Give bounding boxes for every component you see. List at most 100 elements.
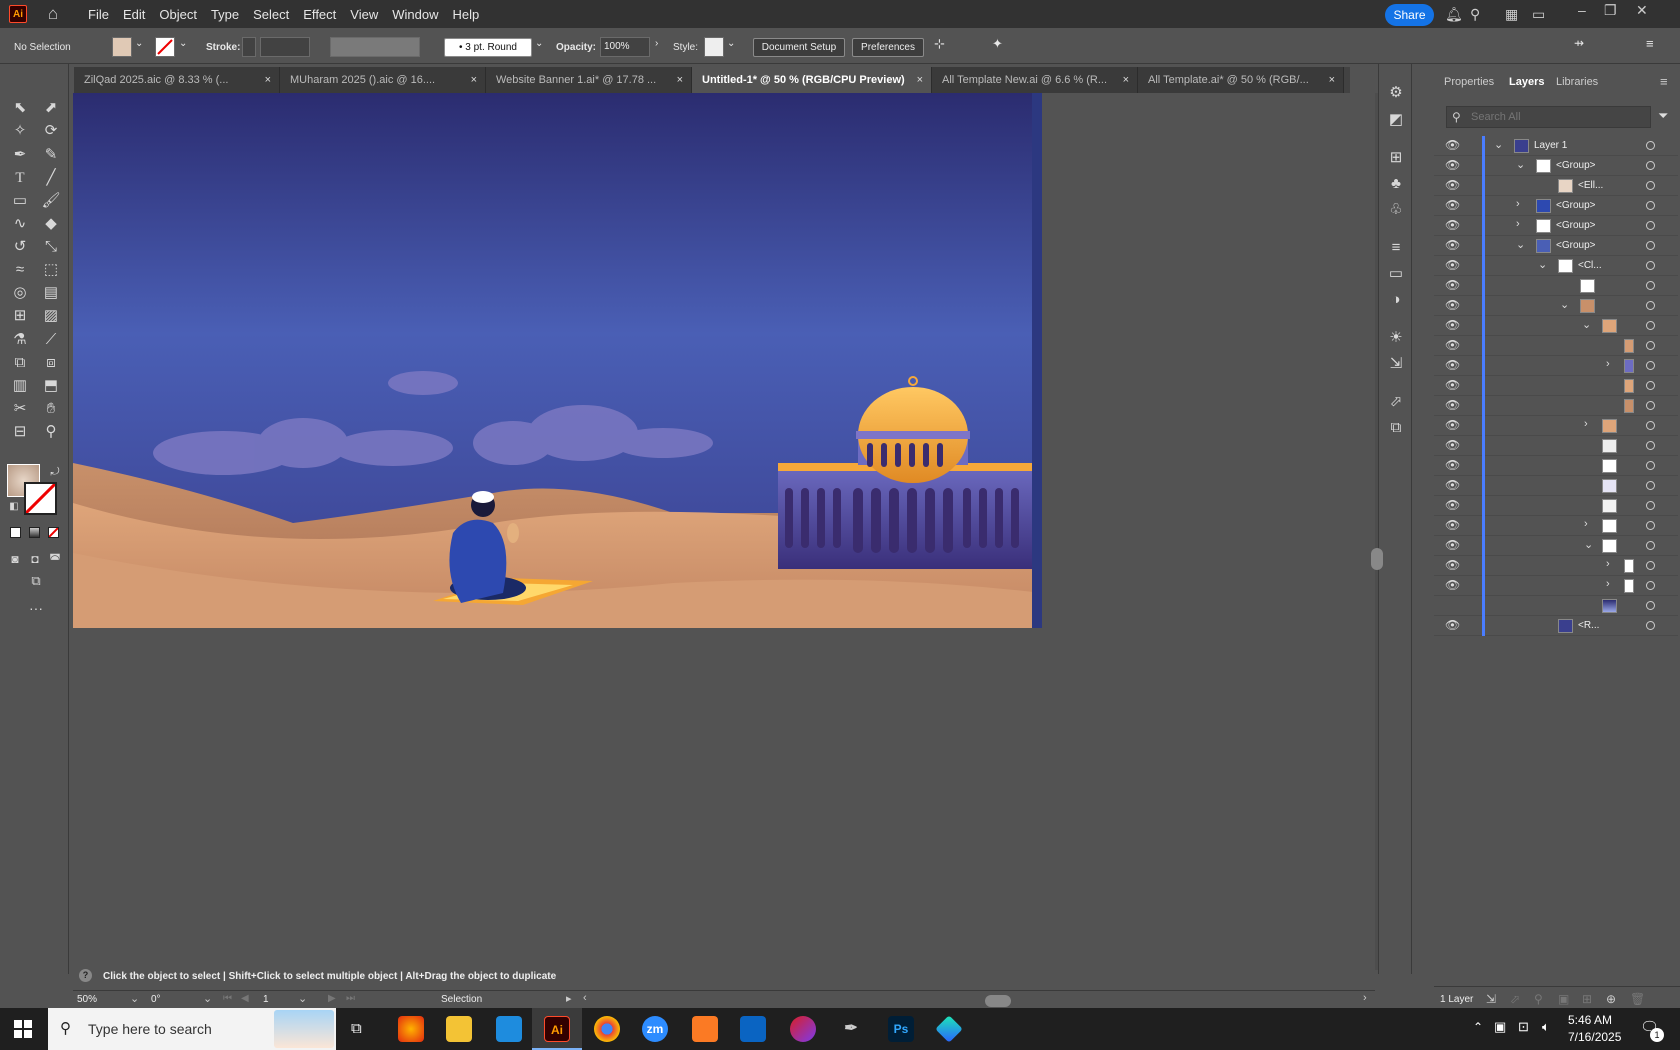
pen-tool-icon[interactable]: ✒ bbox=[9, 145, 31, 165]
default-colors-icon[interactable]: ◧ bbox=[3, 497, 25, 517]
tab-zilqad[interactable]: ZilQad 2025.aic @ 8.33 % (... × bbox=[74, 67, 280, 93]
type-tool-icon[interactable]: T bbox=[9, 168, 31, 188]
chevron-right-icon[interactable]: › bbox=[1584, 418, 1588, 430]
screen-mode-icon[interactable]: ⧉ bbox=[25, 571, 47, 591]
target-icon[interactable] bbox=[1646, 301, 1655, 310]
stroke-panel-icon[interactable]: ≡ bbox=[1385, 238, 1407, 258]
target-icon[interactable] bbox=[1646, 381, 1655, 390]
target-icon[interactable] bbox=[1646, 201, 1655, 210]
layer-row[interactable]: 👁︎ <Ell... bbox=[1434, 176, 1678, 196]
volume-icon[interactable]: 🔈︎ bbox=[1542, 1019, 1550, 1035]
paintbrush-icon[interactable]: 🖌︎ bbox=[40, 191, 62, 211]
layers-search[interactable]: ⚲ bbox=[1446, 106, 1651, 128]
eye-icon[interactable]: 👁︎ bbox=[1445, 518, 1460, 532]
draw-inside-icon[interactable]: ◚ bbox=[44, 549, 66, 569]
lasso-icon[interactable]: ⟳ bbox=[40, 121, 62, 141]
menu-file[interactable]: File bbox=[81, 7, 116, 22]
tray-chevron-icon[interactable]: ⌃ bbox=[1473, 1020, 1483, 1034]
layer-row[interactable]: 👁︎ ⌄ <Group> bbox=[1434, 236, 1678, 256]
photoshop-icon[interactable]: Ps bbox=[888, 1016, 914, 1042]
eye-icon[interactable]: 👁︎ bbox=[1445, 418, 1460, 432]
draw-normal-icon[interactable]: ◙ bbox=[4, 549, 26, 569]
layer-row[interactable]: 👁︎ bbox=[1434, 276, 1678, 296]
rectangle-tool-icon[interactable]: ▭ bbox=[9, 191, 31, 211]
color-panel-icon[interactable]: ⚙ bbox=[1385, 83, 1407, 103]
stroke-weight-input[interactable] bbox=[260, 37, 310, 57]
search-icon[interactable]: ⚲ bbox=[1470, 6, 1480, 23]
fill-dropdown-icon[interactable]: ⌄ bbox=[135, 38, 143, 49]
appearance-panel-icon[interactable]: ☀ bbox=[1385, 328, 1407, 348]
eye-icon[interactable]: 👁︎ bbox=[1445, 218, 1460, 232]
layer-name[interactable]: <Group> bbox=[1556, 240, 1595, 251]
layer-row[interactable]: 👁︎ › bbox=[1434, 576, 1678, 596]
xampp-icon[interactable] bbox=[692, 1016, 718, 1042]
symbols-panel-icon[interactable]: ♣ bbox=[1385, 174, 1407, 194]
chrome-icon[interactable] bbox=[594, 1016, 620, 1042]
layer-row[interactable]: 👁︎ ⌄ bbox=[1434, 296, 1678, 316]
layer-row[interactable]: 👁︎ <R... bbox=[1434, 616, 1678, 636]
target-icon[interactable] bbox=[1646, 561, 1655, 570]
eye-icon[interactable]: 👁︎ bbox=[1445, 538, 1460, 552]
layer-name[interactable]: <Group> bbox=[1556, 220, 1595, 231]
outlook-icon[interactable] bbox=[740, 1016, 766, 1042]
collect-export-icon[interactable]: ⇲ bbox=[1486, 992, 1496, 1006]
eye-icon[interactable]: 👁︎ bbox=[1445, 238, 1460, 252]
layer-row[interactable]: 👁︎ › <Group> bbox=[1434, 196, 1678, 216]
eye-icon[interactable]: 👁︎ bbox=[1445, 398, 1460, 412]
tab-all-template-new[interactable]: All Template New.ai @ 6.6 % (R... × bbox=[932, 67, 1138, 93]
close-tab-icon[interactable]: × bbox=[677, 67, 683, 93]
chevron-right-icon[interactable]: › bbox=[1516, 198, 1520, 210]
layer-row[interactable]: 👁︎ bbox=[1434, 336, 1678, 356]
eye-icon[interactable]: 👁︎ bbox=[1445, 198, 1460, 212]
close-tab-icon[interactable]: × bbox=[1123, 67, 1129, 93]
rotate-tool-icon[interactable]: ↺ bbox=[9, 237, 31, 257]
eye-icon[interactable]: 👁︎ bbox=[1445, 458, 1460, 472]
layer-name[interactable]: <Cl... bbox=[1578, 260, 1602, 271]
filter-icon[interactable]: ⏷ bbox=[1658, 108, 1668, 124]
target-icon[interactable] bbox=[1646, 141, 1655, 150]
new-layer-icon[interactable]: ⊕ bbox=[1606, 992, 1616, 1006]
target-icon[interactable] bbox=[1646, 401, 1655, 410]
target-icon[interactable] bbox=[1646, 341, 1655, 350]
rotation-dropdown-icon[interactable]: ⌄ bbox=[203, 992, 212, 1005]
style-dropdown-icon[interactable]: ⌄ bbox=[727, 38, 735, 49]
target-icon[interactable] bbox=[1646, 481, 1655, 490]
shape-builder-icon[interactable]: ◎ bbox=[9, 283, 31, 303]
home-icon[interactable]: ⌂ bbox=[43, 5, 63, 23]
slice-tool-icon[interactable]: ✂ bbox=[9, 399, 31, 419]
panel-menu-icon[interactable]: ≡ bbox=[1646, 36, 1654, 51]
task-view-icon[interactable]: ⧉ bbox=[351, 1020, 362, 1037]
selection-tool-icon[interactable]: ⬉ bbox=[9, 98, 31, 118]
eraser-icon[interactable]: ◆ bbox=[40, 214, 62, 234]
arrange-documents-icon[interactable]: ▦ bbox=[1505, 6, 1518, 23]
none-mode-icon[interactable] bbox=[48, 527, 59, 538]
help-icon[interactable]: ? bbox=[79, 969, 92, 982]
layer-row[interactable]: 👁︎ bbox=[1434, 396, 1678, 416]
panel-menu-icon[interactable]: ≡ bbox=[1660, 74, 1668, 89]
target-icon[interactable] bbox=[1646, 501, 1655, 510]
more-tools-icon[interactable]: ··· bbox=[25, 598, 47, 618]
meet-now-icon[interactable]: ▣ bbox=[1494, 1019, 1506, 1035]
layer-row[interactable]: 👁︎ › bbox=[1434, 416, 1678, 436]
vertical-scrollbar[interactable] bbox=[1371, 93, 1383, 970]
layer-row[interactable]: 👁︎ bbox=[1434, 476, 1678, 496]
eye-icon[interactable]: 👁︎ bbox=[1445, 158, 1460, 172]
target-icon[interactable] bbox=[1646, 601, 1655, 610]
eye-icon[interactable]: 👁︎ bbox=[1445, 478, 1460, 492]
stroke-dropdown-icon[interactable]: ⌄ bbox=[179, 38, 187, 49]
recolor-icon[interactable]: ✦ bbox=[992, 36, 1003, 52]
layer-row[interactable]: 👁︎ bbox=[1434, 376, 1678, 396]
clipping-mask-icon[interactable]: ▣ bbox=[1558, 992, 1569, 1006]
creative-cloud-icon[interactable] bbox=[790, 1016, 816, 1042]
draw-behind-icon[interactable]: ◘ bbox=[24, 549, 46, 569]
workspace-icon[interactable]: ▭ bbox=[1532, 6, 1545, 23]
prev-artboard-icon[interactable]: ◀ bbox=[241, 993, 249, 1004]
arrange-icon[interactable]: ⊹ bbox=[934, 36, 945, 52]
chevron-down-icon[interactable]: ⌄ bbox=[1494, 138, 1503, 151]
close-tab-icon[interactable]: × bbox=[1329, 67, 1335, 93]
pathfinder-panel-icon[interactable]: ⧉ bbox=[1385, 418, 1407, 438]
tab-website-banner[interactable]: Website Banner 1.ai* @ 17.78 ... × bbox=[486, 67, 692, 93]
layers-search-input[interactable] bbox=[1471, 109, 1641, 125]
transparency-panel-icon[interactable]: ◑ bbox=[1385, 290, 1407, 310]
shaper-tool-icon[interactable]: ∿ bbox=[9, 214, 31, 234]
